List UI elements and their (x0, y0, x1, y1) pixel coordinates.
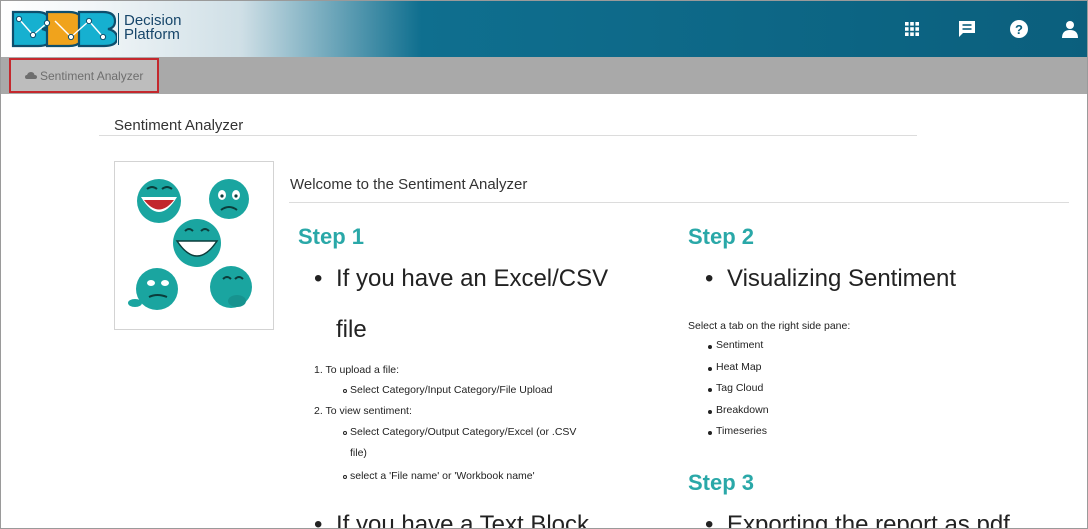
step-1-sub-view-1: Select Category/Output Category/Excel (o… (350, 426, 577, 438)
help-icon[interactable]: ? (1009, 19, 1029, 39)
step-2-bullet-label: Visualizing Sentiment (727, 265, 957, 292)
bullet-dot: • (314, 511, 323, 529)
list-bullet (708, 410, 712, 414)
step-3-bullet-label: Exporting the report as pdf (727, 511, 1010, 529)
chat-icon[interactable] (957, 19, 977, 39)
page-title: Sentiment Analyzer (114, 117, 244, 134)
step-3-heading: Step 3 (688, 470, 755, 495)
item-2-text: To view sentiment: (325, 405, 412, 417)
list-bullet (708, 388, 712, 392)
bullet-dot: • (705, 511, 714, 529)
step-1-bullet-excel: • If you have an Excel/CSV (314, 265, 608, 293)
sub-bullet-circle (343, 431, 347, 435)
step-2-tab-timeseries: Timeseries (716, 425, 767, 437)
svg-text:?: ? (1015, 22, 1023, 37)
welcome-divider (289, 202, 1069, 203)
list-bullet (708, 345, 712, 349)
tab-label: Sentiment Analyzer (40, 68, 144, 83)
step-2-intro: Select a tab on the right side pane: (688, 320, 851, 332)
step-1-bullet-excel-cont: file (336, 316, 367, 344)
step-2-heading: Step 2 (688, 224, 755, 249)
app-frame: Decision Platform ? Sentiment Analyzer S… (0, 0, 1088, 529)
bullet-dot: • (705, 265, 714, 292)
user-icon[interactable] (1060, 19, 1080, 39)
step-1-item-1: 1. To upload a file: (314, 364, 399, 376)
step-1-bullet-text-block-label: If you have a Text Block (336, 511, 590, 529)
step-1-item-2: 2. To view sentiment: (314, 405, 412, 417)
item-1-text: To upload a file: (325, 364, 400, 376)
apps-grid-icon[interactable] (902, 19, 922, 39)
step-1-bullet-text-block: • If you have a Text Block (314, 511, 590, 529)
top-header: Decision Platform ? (1, 1, 1087, 57)
item-1-number: 1. (314, 364, 323, 376)
item-2-number: 2. (314, 405, 323, 417)
brand-separator (118, 13, 119, 45)
step-2-tab-breakdown: Breakdown (716, 404, 769, 416)
tab-bar: Sentiment Analyzer (1, 57, 1087, 94)
welcome-text: Welcome to the Sentiment Analyzer (290, 176, 528, 193)
sentiment-emoji-image (114, 161, 274, 330)
brand-line-2: Platform (124, 26, 180, 43)
step-1-heading: Step 1 (298, 224, 365, 249)
sub-bullet-circle (343, 475, 347, 479)
emoji-cluster-illustration (128, 179, 252, 310)
bdb-logo (11, 10, 117, 48)
list-bullet (708, 431, 712, 435)
step-3-bullet: • Exporting the report as pdf (705, 511, 1010, 529)
bullet-dot: • (314, 265, 323, 292)
title-divider (99, 135, 917, 136)
step-1-sub-view-2: select a 'File name' or 'Workbook name' (350, 470, 535, 482)
step-1-sub-upload: Select Category/Input Category/File Uplo… (350, 384, 553, 396)
tab-sentiment-analyzer[interactable]: Sentiment Analyzer (9, 58, 159, 93)
brand-name: Decision Platform (124, 13, 182, 43)
step-1-bullet-excel-line1: If you have an Excel/CSV (336, 265, 609, 292)
step-2-tab-heat-map: Heat Map (716, 361, 762, 373)
list-bullet (708, 367, 712, 371)
sub-bullet-circle (343, 389, 347, 393)
step-1-bullet-excel-line2: file (336, 316, 367, 343)
step-2-tab-sentiment: Sentiment (716, 339, 764, 351)
cloud-icon (25, 72, 37, 79)
step-2-bullet: • Visualizing Sentiment (705, 265, 956, 293)
step-1-sub-view-1-cont: file) (350, 447, 367, 459)
step-2-tab-tag-cloud: Tag Cloud (716, 382, 764, 394)
